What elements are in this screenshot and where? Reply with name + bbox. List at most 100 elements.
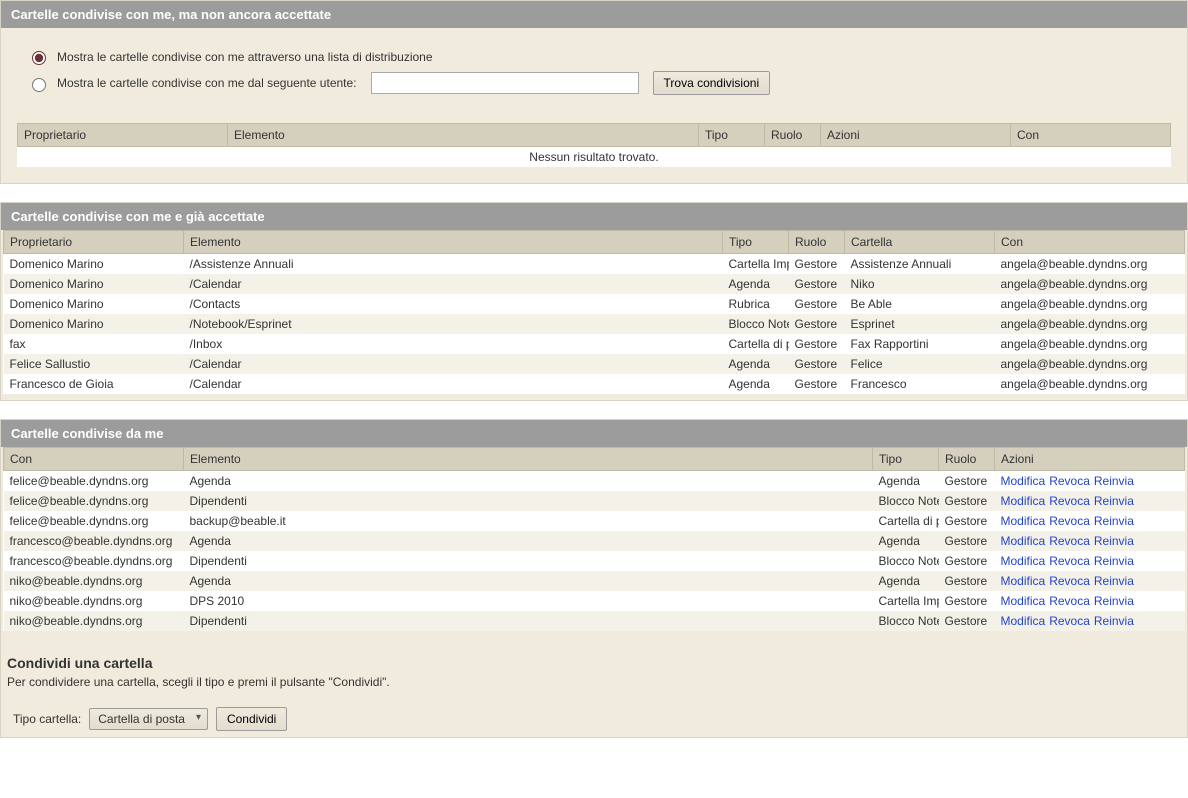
cell-tipo: Blocco Note	[723, 314, 789, 334]
cell-elemento: DPS 2010	[184, 591, 873, 611]
col-cartella[interactable]: Cartella	[845, 231, 995, 254]
table-row[interactable]: Domenico Marino/ContactsRubricaGestoreBe…	[4, 294, 1185, 314]
cell-tipo: Blocco Note	[873, 611, 939, 631]
col-proprietario[interactable]: Proprietario	[18, 124, 228, 147]
modifica-link[interactable]: Modifica	[1001, 534, 1046, 548]
col-con[interactable]: Con	[4, 448, 184, 471]
col-ruolo[interactable]: Ruolo	[939, 448, 995, 471]
share-button[interactable]: Condividi	[216, 707, 287, 731]
cell-con: niko@beable.dyndns.org	[4, 571, 184, 591]
cell-azioni: ModificaRevoca Reinvia	[995, 551, 1185, 571]
radio-distribution-list[interactable]	[32, 51, 46, 65]
col-con[interactable]: Con	[995, 231, 1185, 254]
cell-azioni: ModificaRevoca Reinvia	[995, 531, 1185, 551]
reinvia-link[interactable]: Reinvia	[1094, 554, 1134, 568]
table-row[interactable]: Francesco de Gioia/CalendarAgendaGestore…	[4, 374, 1185, 394]
col-ruolo[interactable]: Ruolo	[765, 124, 821, 147]
cell-proprietario: Domenico Marino	[4, 254, 184, 275]
cell-elemento: backup@beable.it	[184, 511, 873, 531]
cell-proprietario: Domenico Marino	[4, 294, 184, 314]
modifica-link[interactable]: Modifica	[1001, 614, 1046, 628]
table-row[interactable]: felice@beable.dyndns.orgDipendentiBlocco…	[4, 491, 1185, 511]
table-row[interactable]: niko@beable.dyndns.orgDipendentiBlocco N…	[4, 611, 1185, 631]
pending-shares-body: Mostra le cartelle condivise con me attr…	[1, 28, 1187, 183]
cell-con: angela@beable.dyndns.org	[995, 314, 1185, 334]
revoca-link[interactable]: Revoca	[1049, 574, 1090, 588]
cell-tipo: Agenda	[723, 274, 789, 294]
col-proprietario[interactable]: Proprietario	[4, 231, 184, 254]
shared-by-me-header-row: Con Elemento Tipo Ruolo Azioni	[4, 448, 1185, 471]
col-tipo[interactable]: Tipo	[699, 124, 765, 147]
reinvia-link[interactable]: Reinvia	[1094, 474, 1134, 488]
table-row[interactable]: francesco@beable.dyndns.orgDipendentiBlo…	[4, 551, 1185, 571]
table-row[interactable]: Felice Sallustio/CalendarAgendaGestoreFe…	[4, 354, 1185, 374]
cell-con: francesco@beable.dyndns.org	[4, 531, 184, 551]
radio-from-user[interactable]	[32, 78, 46, 92]
accepted-shares-title: Cartelle condivise con me e già accettat…	[1, 203, 1187, 230]
revoca-link[interactable]: Revoca	[1049, 614, 1090, 628]
col-ruolo[interactable]: Ruolo	[789, 231, 845, 254]
col-tipo[interactable]: Tipo	[723, 231, 789, 254]
reinvia-link[interactable]: Reinvia	[1094, 594, 1134, 608]
revoca-link[interactable]: Revoca	[1049, 534, 1090, 548]
reinvia-link[interactable]: Reinvia	[1094, 514, 1134, 528]
cell-elemento: /Inbox	[184, 334, 723, 354]
cell-con: angela@beable.dyndns.org	[995, 354, 1185, 374]
cell-elemento: /Assistenze Annuali	[184, 254, 723, 275]
share-type-select[interactable]: Cartella di posta	[89, 708, 208, 730]
col-con[interactable]: Con	[1011, 124, 1171, 147]
cell-con: angela@beable.dyndns.org	[995, 374, 1185, 394]
share-folder-heading: Condividi una cartella	[7, 655, 1181, 671]
col-elemento[interactable]: Elemento	[184, 231, 723, 254]
modifica-link[interactable]: Modifica	[1001, 494, 1046, 508]
table-row[interactable]: fax/InboxCartella di pGestoreFax Rapport…	[4, 334, 1185, 354]
table-row[interactable]: Domenico Marino/CalendarAgendaGestoreNik…	[4, 274, 1185, 294]
share-folder-help: Per condividere una cartella, scegli il …	[7, 675, 1181, 689]
accepted-shares-panel: Cartelle condivise con me e già accettat…	[0, 202, 1188, 401]
col-elemento[interactable]: Elemento	[228, 124, 699, 147]
revoca-link[interactable]: Revoca	[1049, 594, 1090, 608]
reinvia-link[interactable]: Reinvia	[1094, 614, 1134, 628]
cell-elemento: Agenda	[184, 531, 873, 551]
table-row[interactable]: francesco@beable.dyndns.orgAgendaAgendaG…	[4, 531, 1185, 551]
col-azioni[interactable]: Azioni	[995, 448, 1185, 471]
table-row[interactable]: niko@beable.dyndns.orgAgendaAgendaGestor…	[4, 571, 1185, 591]
find-shares-button[interactable]: Trova condivisioni	[653, 71, 771, 95]
table-row[interactable]: niko@beable.dyndns.orgDPS 2010Cartella I…	[4, 591, 1185, 611]
cell-elemento: /Calendar	[184, 354, 723, 374]
radio-row-user: Mostra le cartelle condivise con me dal …	[27, 71, 1173, 95]
col-azioni[interactable]: Azioni	[821, 124, 1011, 147]
table-row[interactable]: Domenico Marino/Assistenze AnnualiCartel…	[4, 254, 1185, 275]
modifica-link[interactable]: Modifica	[1001, 554, 1046, 568]
modifica-link[interactable]: Modifica	[1001, 514, 1046, 528]
revoca-link[interactable]: Revoca	[1049, 474, 1090, 488]
cell-ruolo: Gestore	[789, 294, 845, 314]
pending-shares-panel: Cartelle condivise con me, ma non ancora…	[0, 0, 1188, 184]
col-elemento[interactable]: Elemento	[184, 448, 873, 471]
modifica-link[interactable]: Modifica	[1001, 574, 1046, 588]
cell-con: angela@beable.dyndns.org	[995, 254, 1185, 275]
table-row[interactable]: felice@beable.dyndns.orgbackup@beable.it…	[4, 511, 1185, 531]
reinvia-link[interactable]: Reinvia	[1094, 494, 1134, 508]
cell-tipo: Agenda	[723, 374, 789, 394]
cell-cartella: Francesco	[845, 374, 995, 394]
from-user-input[interactable]	[371, 72, 639, 94]
cell-con: niko@beable.dyndns.org	[4, 611, 184, 631]
reinvia-link[interactable]: Reinvia	[1094, 534, 1134, 548]
revoca-link[interactable]: Revoca	[1049, 514, 1090, 528]
col-tipo[interactable]: Tipo	[873, 448, 939, 471]
cell-tipo: Cartella Imp	[873, 591, 939, 611]
revoca-link[interactable]: Revoca	[1049, 554, 1090, 568]
table-row[interactable]: Domenico Marino/Notebook/EsprinetBlocco …	[4, 314, 1185, 334]
revoca-link[interactable]: Revoca	[1049, 494, 1090, 508]
modifica-link[interactable]: Modifica	[1001, 474, 1046, 488]
cell-cartella: Esprinet	[845, 314, 995, 334]
reinvia-link[interactable]: Reinvia	[1094, 574, 1134, 588]
cell-elemento: /Notebook/Esprinet	[184, 314, 723, 334]
modifica-link[interactable]: Modifica	[1001, 594, 1046, 608]
cell-ruolo: Gestore	[789, 254, 845, 275]
pending-shares-table: Proprietario Elemento Tipo Ruolo Azioni …	[17, 123, 1171, 167]
pending-shares-title: Cartelle condivise con me, ma non ancora…	[1, 1, 1187, 28]
cell-ruolo: Gestore	[789, 374, 845, 394]
table-row[interactable]: felice@beable.dyndns.orgAgendaAgendaGest…	[4, 471, 1185, 492]
